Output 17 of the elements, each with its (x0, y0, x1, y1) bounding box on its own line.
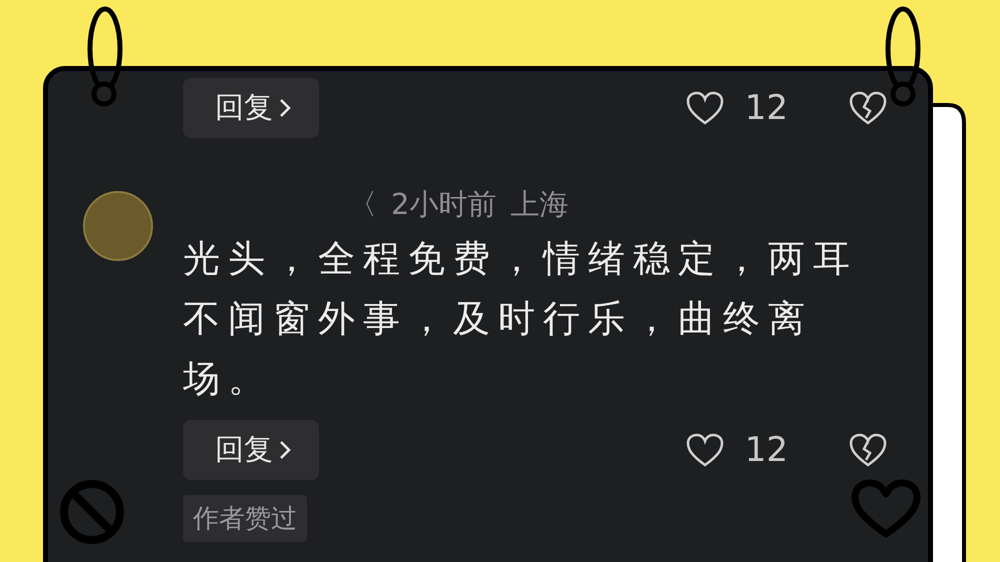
ban-icon (59, 479, 125, 545)
reply-button[interactable]: 回复 (183, 78, 319, 138)
comment-location: 上海 (510, 186, 568, 223)
heart-icon[interactable] (684, 432, 725, 468)
heart-icon[interactable] (684, 90, 725, 126)
chevron-icon (279, 98, 291, 118)
comment-text: 光头，全程免费，情绪稳定，两耳不闻窗外事，及时行乐，曲终离场。 (183, 236, 859, 402)
like-count: 12 (744, 88, 788, 128)
like-count: 12 (744, 430, 788, 470)
broken-heart-icon[interactable] (848, 432, 888, 468)
chevron-icon (279, 440, 291, 460)
username-fragment: 〈 (348, 186, 377, 223)
heart-icon (850, 478, 922, 540)
broken-heart-icon[interactable] (848, 90, 888, 126)
author-liked-badge: 作者赞过 (183, 495, 307, 542)
comment-time: 2小时前 (391, 186, 496, 223)
reply-button[interactable]: 回复 (183, 420, 319, 480)
